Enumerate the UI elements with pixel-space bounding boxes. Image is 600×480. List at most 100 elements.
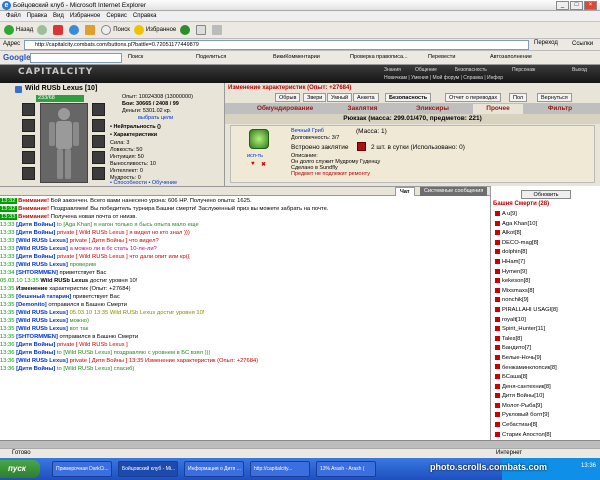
tab-system-messages[interactable]: Системные сообщения [420, 187, 488, 196]
equip-slot-armor[interactable] [22, 151, 35, 164]
mail-button[interactable] [196, 25, 208, 35]
chat-sender[interactable]: [Wild RUSb Lexus] [16, 326, 68, 332]
menu-favorites[interactable]: Избранное [70, 13, 100, 19]
top-tab-beasts[interactable]: Звери [303, 93, 327, 102]
player-name[interactable]: dolphin[8] [502, 249, 527, 255]
player-list-item[interactable]: Старик Апостол[8] [495, 431, 600, 441]
player-list-item[interactable]: PIRALLAHI USAGI[8] [495, 306, 600, 316]
refresh-list-button[interactable]: Обновить [521, 190, 571, 199]
tab-filter[interactable]: Фильтр [535, 104, 585, 114]
player-name[interactable]: бенжаминклопсик[8] [502, 365, 557, 371]
player-name[interactable]: HHam[7] [502, 259, 525, 265]
history-button[interactable] [180, 25, 192, 35]
search-button[interactable]: Поиск [101, 25, 130, 35]
player-name[interactable]: Alkot[8] [502, 230, 521, 236]
task-3[interactable]: Информация о Дитя ... [184, 461, 244, 477]
minimize-button[interactable]: _ [556, 1, 569, 10]
equip-slot-shield[interactable] [92, 135, 105, 148]
equip-slot-ring2[interactable] [92, 119, 105, 132]
task-1[interactable]: Примерочная DarkCi... [52, 461, 112, 477]
item-name[interactable]: Вечный Гриб [291, 128, 324, 134]
player-name[interactable]: Рукловый болт[9] [502, 412, 549, 418]
player-list-item[interactable]: Себастиан[8] [495, 421, 600, 431]
back-button[interactable]: Назад [4, 25, 33, 35]
top-tab-security[interactable]: Безопасность [385, 93, 432, 102]
player-name[interactable]: A u[9] [502, 211, 517, 217]
player-list-item[interactable]: DECO-mag[8] [495, 239, 600, 249]
chat-sender[interactable]: Изменение [16, 286, 47, 292]
print-button[interactable] [212, 25, 224, 35]
character-name[interactable]: Wild RUSb Lexus [10] [25, 85, 97, 92]
top-tab-profile[interactable]: Анкета [353, 93, 379, 102]
player-name[interactable]: Себастиан[8] [502, 422, 537, 428]
chat-sender[interactable]: [Demonito] [16, 302, 47, 308]
google-search-input[interactable] [30, 53, 122, 63]
stop-button[interactable] [53, 25, 65, 35]
favorites-button[interactable]: Избранное [133, 25, 176, 35]
chat-sender[interactable]: Внимание! [18, 198, 49, 204]
home-button[interactable] [85, 25, 97, 35]
chat-sender[interactable]: [Wild RUSb Lexus] [16, 246, 68, 252]
chat-sender[interactable]: [Wild RUSb Lexus] [16, 310, 68, 316]
player-name[interactable]: БСаша[8] [502, 374, 528, 380]
menu-edit[interactable]: Правка [27, 13, 47, 19]
top-tab-return[interactable]: Вернуться [537, 93, 572, 102]
nav-character[interactable]: Персонаж [512, 67, 535, 73]
tab-chat[interactable]: Чат [395, 187, 415, 196]
player-list-item[interactable]: бенжаминклопсик[8] [495, 364, 600, 374]
player-list-item[interactable]: Aga Khan[10] [495, 220, 600, 230]
tab-equipment[interactable]: Обмундирование [245, 104, 325, 114]
player-name[interactable]: Aga Khan[10] [502, 221, 537, 227]
equip-slot-belt[interactable] [22, 167, 35, 180]
chat-sender[interactable]: [Wild RUSb Lexus] [16, 262, 68, 268]
nav-chat[interactable]: Общение [415, 67, 437, 73]
player-name[interactable]: Дитя Войны[10] [502, 393, 544, 399]
chat-sender[interactable]: [Дитя Войны] [16, 254, 55, 260]
nav-secondary[interactable]: Новичкам | Умения | Мой форум | Справка … [384, 75, 503, 81]
chat-sender[interactable]: [Дитя Войны] [16, 366, 55, 372]
go-button[interactable]: Переход [534, 40, 558, 46]
maximize-button[interactable]: □ [570, 1, 583, 10]
player-name[interactable]: DECO-mag[8] [502, 240, 538, 246]
address-input[interactable] [24, 40, 529, 50]
google-search-button[interactable]: Поиск [128, 54, 143, 60]
forward-button[interactable] [37, 25, 49, 35]
player-name[interactable]: Mixsmaxs[8] [502, 288, 534, 294]
menu-file[interactable]: Файл [6, 13, 21, 19]
google-spellcheck-button[interactable]: Проверка правописа... [350, 54, 408, 60]
menu-tools[interactable]: Сервис [106, 13, 127, 19]
top-tab-cliff[interactable]: Обрыв [275, 93, 301, 102]
task-5[interactable]: 13% Arash - Arash ( [316, 461, 376, 477]
start-button[interactable]: пуск [0, 460, 40, 478]
player-name[interactable]: Бандито[7] [502, 345, 531, 351]
equip-slot-ring1[interactable] [92, 103, 105, 116]
top-tab-smart[interactable]: Умный [327, 93, 353, 102]
equip-slot-gloves[interactable] [92, 151, 105, 164]
google-wiki-button[interactable]: ВикиКомментарии [273, 54, 320, 60]
player-name[interactable]: kekeson[8] [502, 278, 530, 284]
player-list-item[interactable]: Бандито[7] [495, 344, 600, 354]
player-list-item[interactable]: Молот-Рыба[9] [495, 402, 600, 412]
player-name[interactable]: Белые-Ночь[9] [502, 355, 541, 361]
top-tab-gender[interactable]: Пол [509, 93, 528, 102]
equip-slot-helmet[interactable] [22, 103, 35, 116]
tab-other[interactable]: Прочее [473, 104, 523, 114]
use-item-link[interactable]: исп-ть [247, 153, 263, 159]
player-list-item[interactable]: Tales[8] [495, 335, 600, 345]
google-autofill-button[interactable]: Автозаполнение [490, 54, 532, 60]
player-name[interactable]: Молот-Рыба[9] [502, 403, 542, 409]
player-name[interactable]: Hymen[9] [502, 269, 527, 275]
tab-elixirs[interactable]: Эликсиры [405, 104, 460, 114]
chat-sender[interactable]: [Wild RUSb Lexus] [16, 318, 68, 324]
links-label[interactable]: Ссылки [572, 41, 593, 47]
equip-slot-weapon[interactable] [22, 135, 35, 148]
chat-sender[interactable]: [SHTORMMEN] [16, 270, 58, 276]
player-list-item[interactable]: Hymen[9] [495, 268, 600, 278]
tab-spells[interactable]: Заклятия [335, 104, 390, 114]
menu-view[interactable]: Вид [53, 13, 64, 19]
chat-input-strip[interactable] [0, 440, 600, 448]
player-list-item[interactable]: Дитя Войны[10] [495, 392, 600, 402]
google-translate-button[interactable]: Перевести [428, 54, 455, 60]
player-list-item[interactable]: HHam[7] [495, 258, 600, 268]
player-list-item[interactable]: Деня-сантехник[8] [495, 383, 600, 393]
